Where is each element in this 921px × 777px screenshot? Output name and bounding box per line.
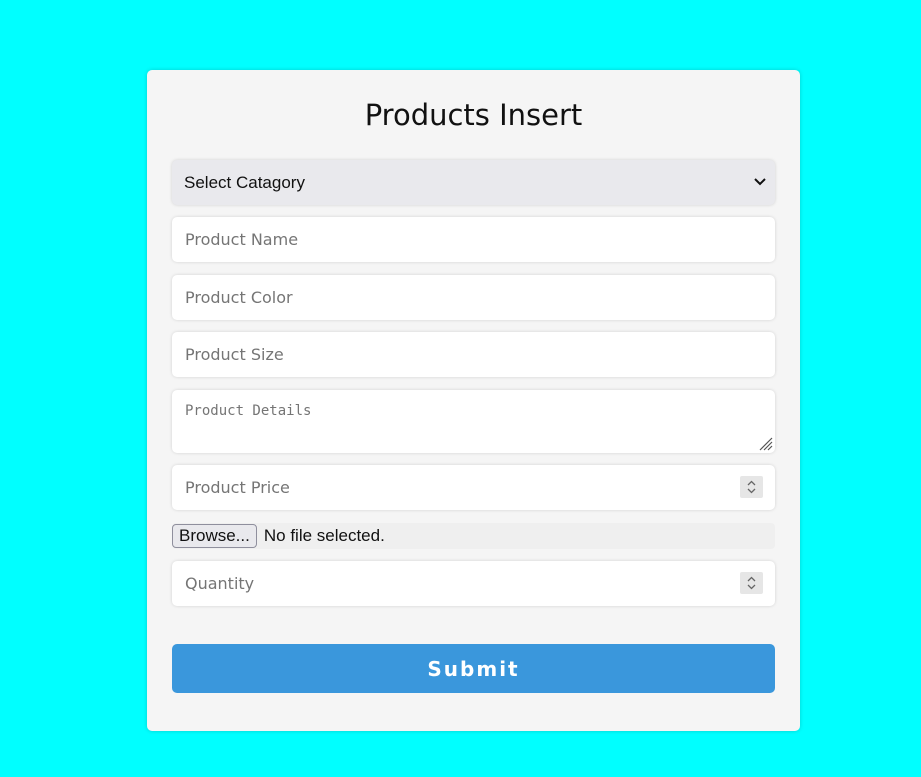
category-select[interactable]: Select Catagory <box>172 160 775 205</box>
spinner-icon[interactable] <box>740 572 763 594</box>
product-image-file-input[interactable]: Browse... No file selected. <box>172 523 775 549</box>
product-name-placeholder: Product Name <box>185 230 299 249</box>
product-details-placeholder: Product Details <box>185 403 312 419</box>
product-price-input[interactable]: Product Price <box>172 465 775 510</box>
spinner-icon[interactable] <box>740 476 763 498</box>
product-name-input[interactable]: Product Name <box>172 217 775 262</box>
chevron-down-icon <box>754 178 766 186</box>
resize-grip-icon[interactable] <box>757 435 773 451</box>
quantity-input[interactable]: Quantity <box>172 561 775 606</box>
product-insert-card: Products Insert Select Catagory Product … <box>147 70 800 731</box>
file-status: No file selected. <box>263 526 385 545</box>
product-size-input[interactable]: Product Size <box>172 332 775 377</box>
product-details-textarea[interactable]: Product Details <box>172 390 775 453</box>
quantity-placeholder: Quantity <box>185 574 255 593</box>
product-color-placeholder: Product Color <box>185 288 293 307</box>
category-select-value: Select Catagory <box>184 172 305 192</box>
product-price-placeholder: Product Price <box>185 478 290 497</box>
page-title: Products Insert <box>364 98 583 132</box>
submit-button[interactable]: Submit <box>172 644 775 693</box>
product-size-placeholder: Product Size <box>185 345 284 364</box>
browse-button[interactable]: Browse... <box>172 524 257 548</box>
product-color-input[interactable]: Product Color <box>172 275 775 320</box>
